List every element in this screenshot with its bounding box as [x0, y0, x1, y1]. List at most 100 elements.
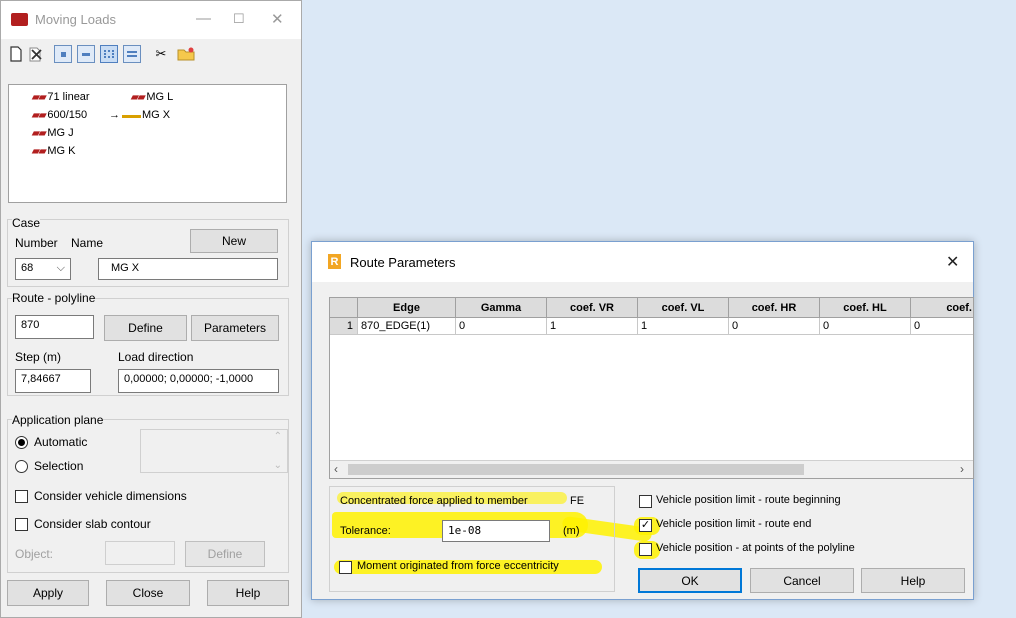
view-table-icon[interactable]: [123, 45, 141, 63]
list-item[interactable]: ▰▰ MG K: [32, 145, 76, 157]
limit-beginning-label[interactable]: Vehicle position limit - route beginning: [656, 494, 841, 506]
scroll-down-icon: ⌄: [273, 460, 282, 471]
consider-vehicle-dimensions-label[interactable]: Consider vehicle dimensions: [34, 489, 187, 503]
route-parameters-titlebar: R Route Parameters ✕: [312, 242, 973, 282]
tolerance-field[interactable]: 1e-08: [442, 520, 550, 542]
column-header-gamma: Gamma: [456, 298, 547, 318]
row-header[interactable]: 1: [330, 318, 358, 335]
view-list-icon[interactable]: [77, 45, 95, 63]
moment-eccentricity-checkbox[interactable]: [339, 561, 352, 574]
scrollbar-thumb[interactable]: [348, 464, 804, 475]
selection-label[interactable]: Selection: [34, 459, 83, 473]
moving-loads-window: Moving Loads — ☐ ✕ ✂ ▰▰ 71 linear ▰▰ 600…: [0, 0, 302, 618]
column-header-coef-vl: coef. VL: [638, 298, 729, 318]
horizontal-scrollbar[interactable]: ‹ ›: [330, 460, 973, 478]
truck-icon: ▰▰: [32, 91, 46, 103]
consider-slab-contour-checkbox[interactable]: [15, 518, 28, 531]
parameters-button[interactable]: Parameters: [191, 315, 279, 341]
case-name-field[interactable]: MG X: [98, 258, 278, 280]
number-label: Number: [15, 236, 58, 250]
delete-icon[interactable]: [27, 45, 45, 63]
dialog-title: Route Parameters: [350, 255, 456, 270]
multi-vehicle-icon: ▬▬: [122, 109, 141, 121]
selection-radio[interactable]: [15, 460, 28, 473]
consider-vehicle-dimensions-checkbox[interactable]: [15, 490, 28, 503]
route-polyline-field[interactable]: 870: [15, 315, 94, 339]
limit-end-checkbox[interactable]: ✓: [639, 519, 652, 532]
at-points-label[interactable]: Vehicle position - at points of the poly…: [656, 542, 855, 554]
column-header-coef-vr: coef. VR: [547, 298, 638, 318]
table-cell-coef-hl[interactable]: 0: [820, 318, 911, 335]
force-suffix: FE: [570, 495, 585, 507]
step-field[interactable]: 7,84667: [15, 369, 91, 393]
close-window-button[interactable]: ✕: [271, 10, 284, 28]
app-truck-icon: [11, 13, 28, 26]
case-group-label: Case: [12, 216, 41, 230]
dialog-help-button[interactable]: Help: [861, 568, 965, 593]
table-cell-coef[interactable]: 0: [911, 318, 973, 335]
help-button[interactable]: Help: [207, 580, 289, 606]
moving-loads-titlebar: Moving Loads — ☐ ✕: [1, 1, 301, 39]
object-define-button: Define: [185, 541, 265, 567]
application-plane-label: Application plane: [12, 413, 104, 427]
load-direction-label: Load direction: [118, 350, 194, 364]
truck-icon: ▰▰: [32, 145, 46, 157]
truck-icon: ▰▰: [131, 91, 145, 103]
minimize-button[interactable]: —: [196, 10, 211, 27]
vehicle-list[interactable]: ▰▰ 71 linear ▰▰ 600/150 ▰▰ MG J ▰▰ MG K …: [8, 84, 287, 203]
at-points-checkbox[interactable]: [639, 543, 652, 556]
route-parameters-table: Edge Gamma coef. VR coef. VL coef. HR co…: [329, 297, 974, 479]
force-label: Concentrated force applied to member: [340, 495, 528, 507]
route-group-label: Route - polyline: [12, 291, 96, 305]
table-cell-coef-vr[interactable]: 1: [547, 318, 638, 335]
close-icon[interactable]: ✕: [946, 252, 959, 272]
route-parameters-dialog: R Route Parameters ✕ Edge Gamma coef. VR…: [311, 241, 974, 600]
close-button[interactable]: Close: [106, 580, 190, 606]
table-cell-gamma[interactable]: 0: [456, 318, 547, 335]
moment-eccentricity-label[interactable]: Moment originated from force eccentricit…: [357, 560, 559, 572]
list-item[interactable]: ▰▰ 71 linear: [32, 91, 90, 103]
scroll-up-icon: ⌃: [273, 431, 282, 442]
cancel-button[interactable]: Cancel: [750, 568, 854, 593]
load-direction-field[interactable]: 0,00000; 0,00000; -1,0000: [118, 369, 279, 393]
list-item-selected[interactable]: → ▬▬ MG X: [109, 109, 170, 121]
consider-slab-contour-label[interactable]: Consider slab contour: [34, 517, 151, 531]
plane-selection-list: ⌃ ⌄: [140, 429, 288, 473]
automatic-label[interactable]: Automatic: [34, 435, 87, 449]
list-item[interactable]: ▰▰ 600/150: [32, 109, 87, 121]
view-small-icon[interactable]: [54, 45, 72, 63]
robot-logo-icon: R: [328, 254, 341, 269]
column-header-edge: Edge: [358, 298, 456, 318]
limit-end-label[interactable]: Vehicle position limit - route end: [656, 518, 811, 530]
list-item[interactable]: ▰▰ MG L: [131, 91, 173, 103]
list-item[interactable]: ▰▰ MG J: [32, 127, 74, 139]
automatic-radio[interactable]: [15, 436, 28, 449]
table-header-corner: [330, 298, 358, 318]
object-label: Object:: [15, 547, 54, 561]
object-field: [105, 541, 175, 565]
checkmark-icon: ✓: [640, 519, 651, 531]
maximize-button[interactable]: ☐: [233, 11, 245, 27]
new-icon[interactable]: [7, 45, 25, 63]
column-header-coef-hl: coef. HL: [820, 298, 911, 318]
truck-icon: ▰▰: [32, 109, 46, 121]
scroll-right-icon[interactable]: ›: [960, 462, 964, 476]
truck-icon: ▰▰: [32, 127, 46, 139]
cut-icon[interactable]: ✂: [152, 45, 170, 63]
table-cell-coef-vl[interactable]: 1: [638, 318, 729, 335]
apply-button[interactable]: Apply: [7, 580, 89, 606]
scroll-left-icon[interactable]: ‹: [334, 462, 338, 476]
table-cell-edge[interactable]: 870_EDGE(1): [358, 318, 456, 335]
view-details-icon[interactable]: [100, 45, 118, 63]
new-case-button[interactable]: New: [190, 229, 278, 253]
tolerance-unit: (m): [563, 525, 580, 537]
open-folder-icon[interactable]: [177, 45, 195, 63]
case-number-select[interactable]: 68 ⌵: [15, 258, 71, 280]
limit-beginning-checkbox[interactable]: [639, 495, 652, 508]
table-cell-coef-hr[interactable]: 0: [729, 318, 820, 335]
window-title: Moving Loads: [35, 12, 116, 27]
ok-button[interactable]: OK: [638, 568, 742, 593]
chevron-down-icon: ⌵: [56, 262, 65, 274]
column-header-coef-hr: coef. HR: [729, 298, 820, 318]
define-route-button[interactable]: Define: [104, 315, 187, 341]
